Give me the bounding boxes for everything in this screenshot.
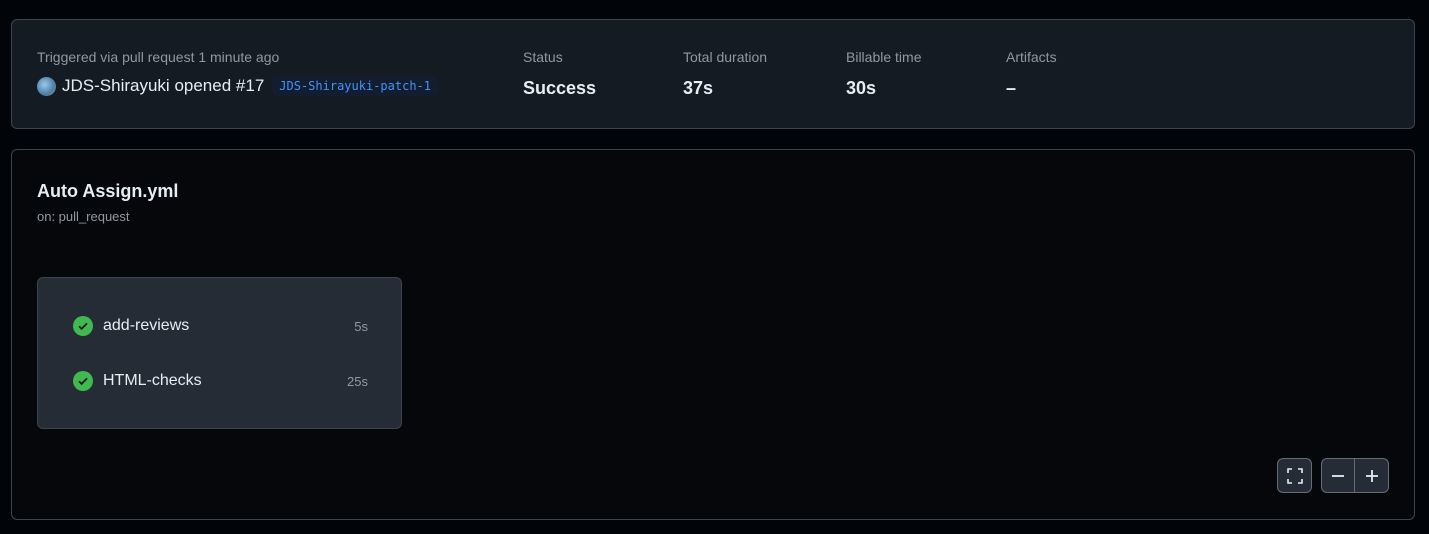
- job-name: HTML-checks: [103, 372, 202, 389]
- status-label: Status: [523, 49, 563, 65]
- job-name: add-reviews: [103, 317, 190, 334]
- job-duration: 25s: [347, 373, 368, 389]
- trigger-section: Triggered via pull request 1 minute ago …: [37, 49, 438, 96]
- branch-badge[interactable]: JDS-Shirayuki-patch-1: [272, 76, 438, 96]
- check-circle-icon: [73, 316, 93, 336]
- workflow-graph: Auto Assign.yml on: pull_request add-rev…: [11, 149, 1415, 520]
- status-value: Success: [523, 78, 597, 98]
- duration-label: Total duration: [683, 49, 768, 65]
- billable-value: 30s: [846, 78, 877, 98]
- artifacts-section: Artifacts –: [1006, 49, 1057, 99]
- billable-label: Billable time: [846, 49, 922, 65]
- zoom-controls: [1321, 458, 1389, 493]
- trigger-label: Triggered via pull request 1 minute ago: [37, 49, 280, 65]
- job-duration: 5s: [354, 318, 368, 334]
- check-circle-icon: [73, 371, 93, 391]
- duration-value: 37s: [683, 78, 714, 98]
- zoom-out-button[interactable]: [1322, 459, 1355, 492]
- action-text: opened: [174, 76, 232, 95]
- artifacts-label: Artifacts: [1006, 49, 1057, 65]
- artifacts-value: –: [1006, 78, 1017, 98]
- billable-section: Billable time 30s: [846, 49, 921, 99]
- jobs-card: add-reviews 5s HTML-checks 25s: [37, 277, 402, 429]
- avatar[interactable]: [37, 76, 56, 96]
- actor-link[interactable]: JDS-Shirayuki: [62, 76, 170, 96]
- workflow-trigger: on: pull_request: [37, 209, 130, 224]
- job-html-checks[interactable]: HTML-checks 25s: [73, 371, 368, 391]
- status-section: Status Success: [523, 49, 596, 99]
- job-add-reviews[interactable]: add-reviews 5s: [73, 316, 368, 336]
- fullscreen-icon: [1278, 459, 1311, 492]
- fullscreen-button[interactable]: [1277, 458, 1312, 493]
- run-summary: Triggered via pull request 1 minute ago …: [11, 19, 1415, 129]
- pr-link[interactable]: #17: [236, 76, 264, 96]
- duration-section: Total duration 37s: [683, 49, 767, 99]
- workflow-title: Auto Assign.yml: [37, 181, 179, 201]
- zoom-in-button[interactable]: [1355, 459, 1388, 492]
